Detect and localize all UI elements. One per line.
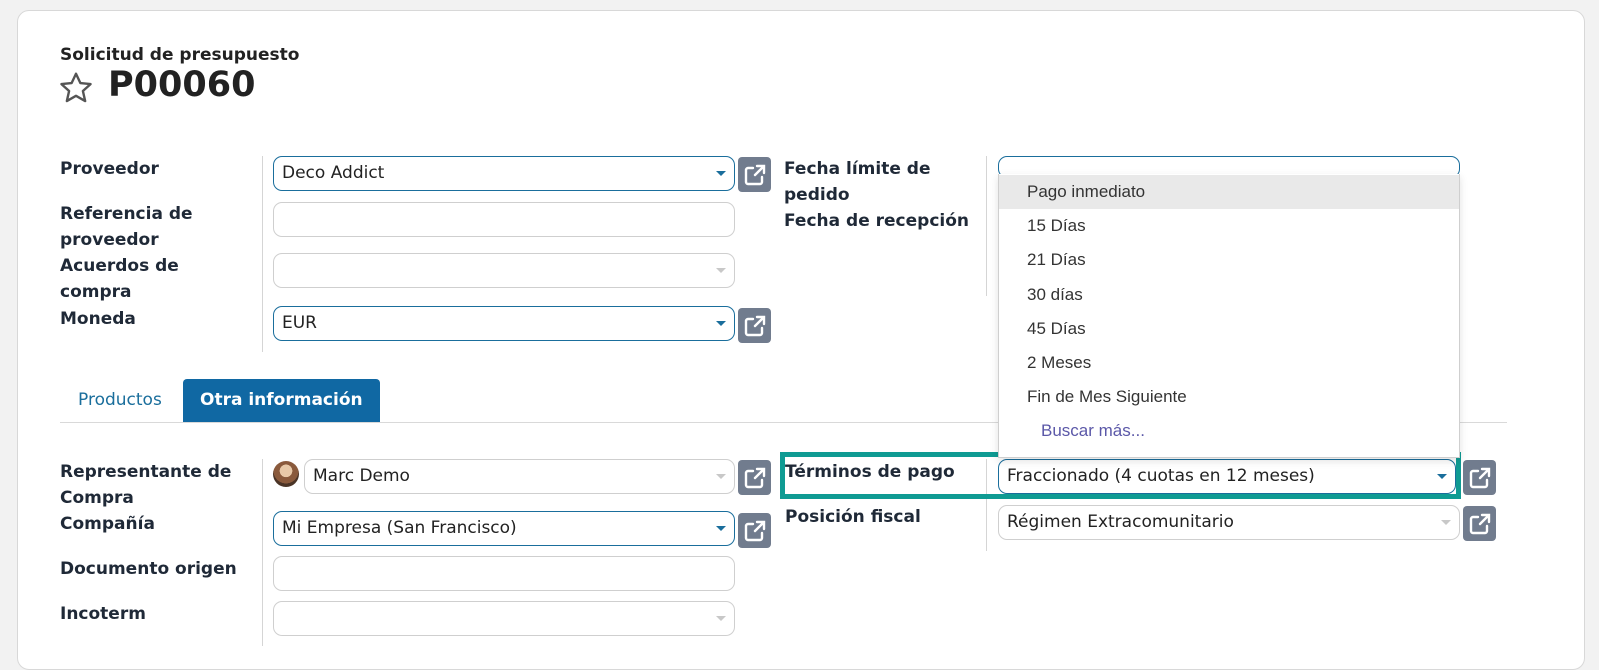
compania-value: Mi Empresa (San Francisco) [282,518,517,538]
representante-label-line1: Representante de [60,462,232,482]
page-subtitle: Solicitud de presupuesto [60,45,300,65]
representante-select[interactable]: Marc Demo [304,459,735,494]
dropdown-option[interactable]: 30 días [999,278,1459,312]
acuerdos-label-line2: compra [60,282,132,302]
posicion-fiscal-select[interactable]: Régimen Extracomunitario [998,505,1460,540]
dropdown-option[interactable]: Pago inmediato [999,175,1459,209]
posicion-fiscal-label: Posición fiscal [785,507,921,527]
page-title: P00060 [108,65,256,105]
divider [986,156,987,296]
referencia-label-line2: proveedor [60,230,159,250]
proveedor-value: Deco Addict [282,163,385,183]
star-icon[interactable] [58,70,94,106]
proveedor-external-button[interactable] [738,157,771,192]
incoterm-label: Incoterm [60,604,146,624]
representante-external-button[interactable] [738,460,771,495]
moneda-value: EUR [282,313,317,333]
external-link-icon [1469,467,1490,488]
acuerdos-label-line1: Acuerdos de [60,256,179,276]
posicion-external-button[interactable] [1463,506,1496,541]
chevron-down-icon [1441,520,1451,525]
moneda-select[interactable]: EUR [273,306,735,341]
dropdown-option[interactable]: 21 Días [999,243,1459,277]
external-link-icon [744,467,765,488]
terminos-external-button[interactable] [1463,460,1496,495]
tab-productos[interactable]: Productos [61,379,179,422]
referencia-label-line1: Referencia de [60,204,193,224]
documento-origen-input[interactable] [273,556,735,591]
dropdown-option[interactable]: 45 Días [999,312,1459,346]
acuerdos-select[interactable] [273,253,735,288]
compania-external-button[interactable] [738,513,771,548]
external-link-icon [744,315,765,336]
proveedor-label: Proveedor [60,159,159,179]
external-link-icon [744,520,765,541]
representante-label-line2: Compra [60,488,134,508]
external-link-icon [1469,513,1490,534]
compania-label: Compañía [60,514,155,534]
incoterm-select[interactable] [273,601,735,636]
moneda-external-button[interactable] [738,308,771,343]
dropdown-option[interactable]: 2 Meses [999,346,1459,380]
chevron-down-icon [716,268,726,273]
dropdown-option[interactable]: 15 Días [999,209,1459,243]
search-more-link[interactable]: Buscar más... [999,414,1459,448]
chevron-down-icon [716,616,726,621]
documento-origen-label: Documento origen [60,559,237,579]
compania-select[interactable]: Mi Empresa (San Francisco) [273,511,735,546]
posicion-fiscal-value: Régimen Extracomunitario [1007,512,1234,532]
fecha-limite-label-line1: Fecha límite de [784,159,931,179]
highlight-annotation [780,452,1461,499]
payment-terms-dropdown: Pago inmediato 15 Días 21 Días 30 días 4… [998,174,1460,458]
divider [262,156,263,352]
external-link-icon [744,164,765,185]
moneda-label: Moneda [60,309,136,329]
fecha-limite-label-line2: pedido [784,185,850,205]
tab-otra-informacion[interactable]: Otra información [183,379,380,422]
chevron-down-icon [716,321,726,326]
divider [262,459,263,646]
chevron-down-icon [716,474,726,479]
chevron-down-icon [716,171,726,176]
dropdown-option[interactable]: Fin de Mes Siguiente [999,380,1459,414]
referencia-input[interactable] [273,202,735,237]
avatar [273,461,299,487]
fecha-recepcion-label: Fecha de recepción [784,211,970,231]
proveedor-select[interactable]: Deco Addict [273,156,735,191]
representante-value: Marc Demo [313,466,410,486]
chevron-down-icon [716,526,726,531]
